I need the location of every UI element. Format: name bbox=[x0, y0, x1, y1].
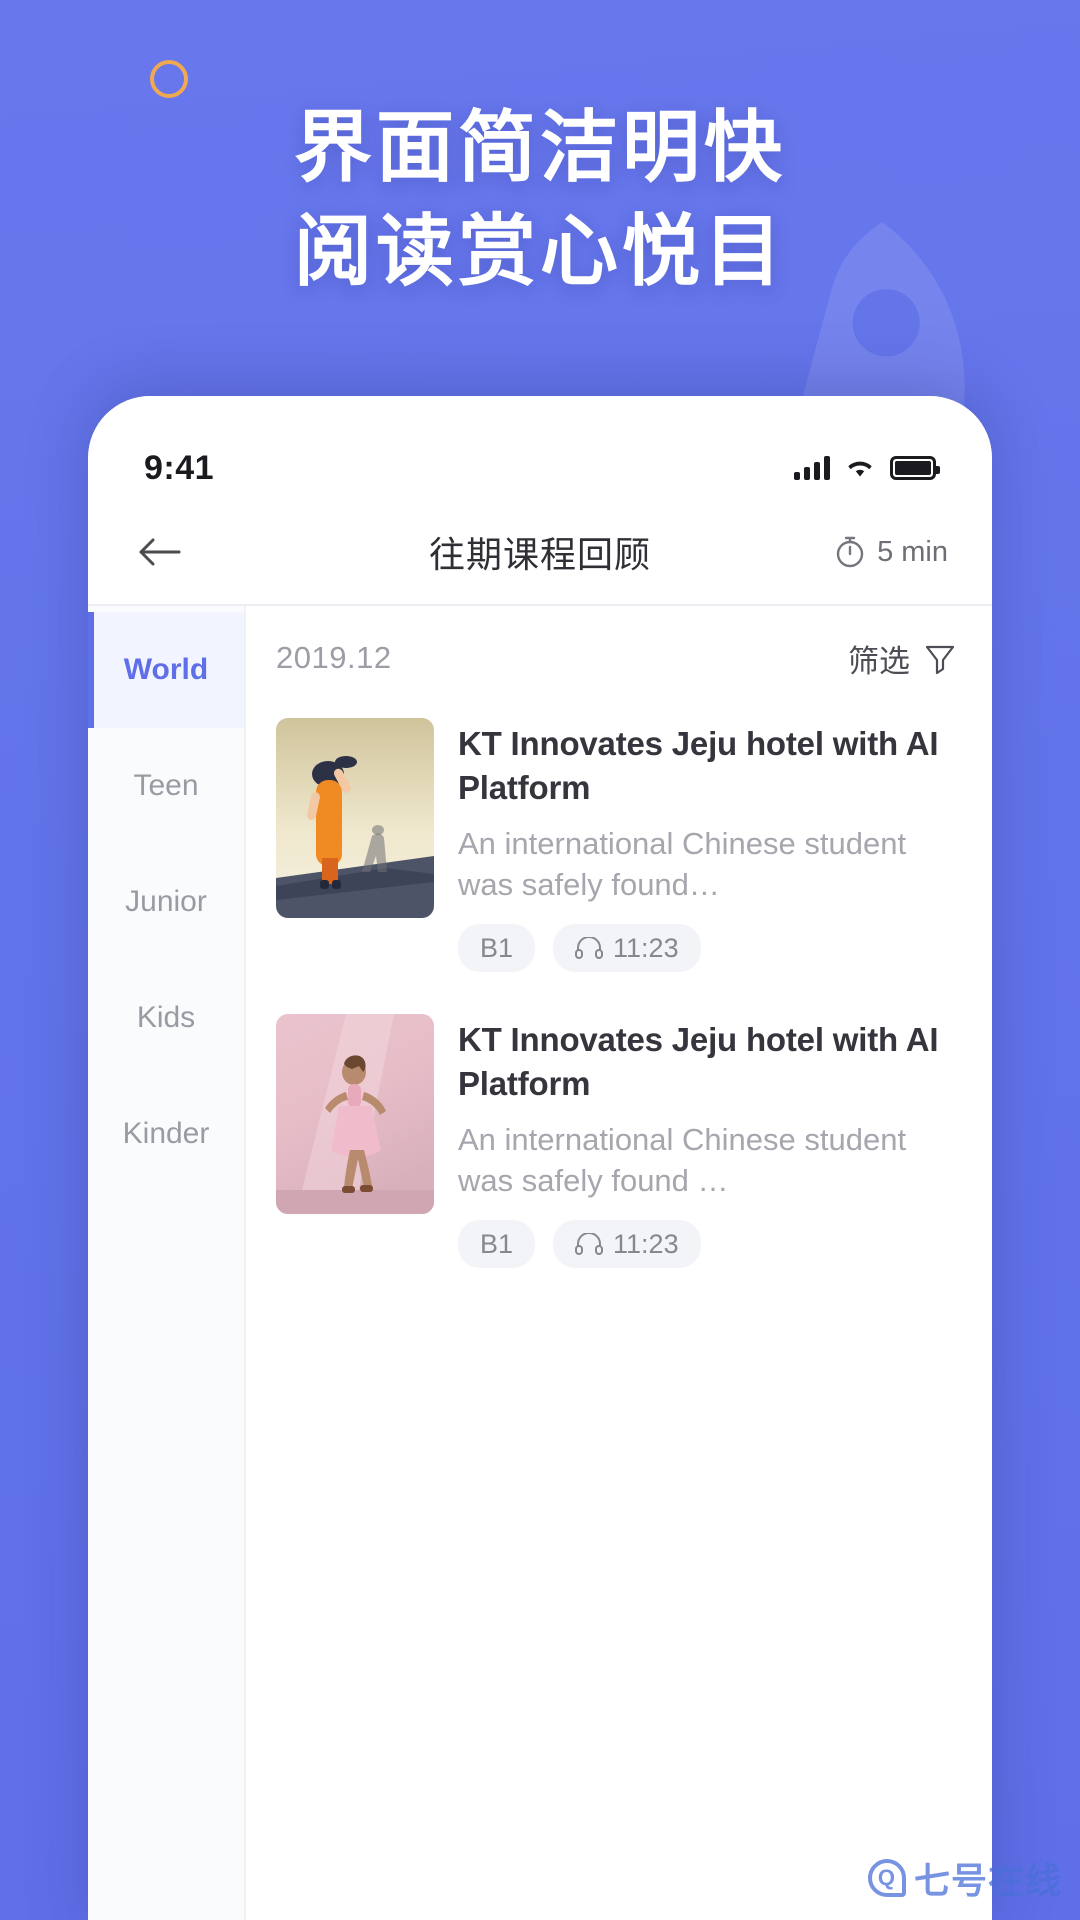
headline-line-2: 阅读赏心悦目 bbox=[293, 206, 786, 295]
nav-bar: 往期课程回顾 5 min bbox=[88, 500, 992, 604]
watermark-logo-icon: Q bbox=[867, 1859, 906, 1897]
sidebar-item-label: Junior bbox=[125, 885, 207, 918]
arrow-left-icon[interactable] bbox=[132, 524, 188, 580]
article-meta: B1 11:23 bbox=[458, 923, 958, 972]
sidebar-item-kids[interactable]: Kids bbox=[88, 960, 244, 1076]
article-title: KT Innovates Jeju hotel with AI Platform bbox=[458, 725, 939, 806]
article-body: KT Innovates Jeju hotel with AI Platform… bbox=[458, 1014, 958, 1268]
article-list-item[interactable]: KT Innovates Jeju hotel with AI Platform… bbox=[276, 1006, 958, 1302]
headphones-icon bbox=[575, 1232, 604, 1255]
phone-mockup: 9:41 往期课程回顾 5 min World Teen Junior Kids… bbox=[88, 396, 992, 1920]
promo-background: 界面简洁明快 阅读赏心悦目 9:41 往期课程回顾 5 min World Te… bbox=[0, 0, 1080, 1920]
watermark-text: 七号在线 bbox=[913, 1860, 1062, 1901]
article-thumbnail bbox=[276, 718, 434, 918]
filter-button[interactable]: 筛选 bbox=[848, 636, 958, 681]
status-icons bbox=[794, 456, 940, 480]
sidebar-item-label: Teen bbox=[133, 769, 199, 802]
content-area: World Teen Junior Kids Kinder 2019.12 筛选… bbox=[88, 604, 992, 1920]
promo-headline: 界面简洁明快 阅读赏心悦目 bbox=[0, 96, 1080, 303]
filter-button-label: 筛选 bbox=[848, 643, 910, 679]
funnel-icon bbox=[925, 645, 955, 675]
list-header: 2019.12 筛选 bbox=[276, 606, 958, 710]
audio-duration-label: 11:23 bbox=[613, 1228, 679, 1259]
level-badge-label: B1 bbox=[480, 1228, 514, 1259]
sidebar-item-kinder[interactable]: Kinder bbox=[88, 1076, 244, 1192]
wifi-icon bbox=[848, 461, 872, 477]
lesson-timer-label: 5 min bbox=[877, 535, 948, 568]
article-title: KT Innovates Jeju hotel with AI Platform bbox=[458, 1020, 939, 1102]
article-list-item[interactable]: KT Innovates Jeju hotel with AI Platform… bbox=[276, 710, 958, 1006]
headphones-icon bbox=[575, 936, 604, 959]
article-description: An international Chinese student was saf… bbox=[458, 825, 907, 902]
sidebar-item-teen[interactable]: Teen bbox=[88, 728, 244, 844]
battery-full-icon bbox=[890, 456, 940, 480]
audio-duration-label: 11:23 bbox=[613, 932, 679, 963]
article-list-panel: 2019.12 筛选 KT Innovates Jeju hotel with … bbox=[246, 606, 992, 1920]
article-description: An international Chinese student was saf… bbox=[458, 1121, 907, 1198]
status-bar: 9:41 bbox=[88, 396, 992, 500]
audio-duration-badge: 11:23 bbox=[553, 1219, 701, 1268]
category-sidebar: World Teen Junior Kids Kinder bbox=[88, 606, 246, 1920]
status-time: 9:41 bbox=[144, 448, 215, 487]
sidebar-item-world[interactable]: World bbox=[88, 612, 244, 728]
thumb-dancing-girl bbox=[276, 1013, 434, 1214]
sidebar-item-junior[interactable]: Junior bbox=[88, 844, 244, 960]
article-body: KT Innovates Jeju hotel with AI Platform… bbox=[458, 718, 958, 972]
headline-line-1: 界面简洁明快 bbox=[293, 103, 786, 191]
level-badge: B1 bbox=[458, 1219, 536, 1268]
phone-screen: 9:41 往期课程回顾 5 min World Teen Junior Kids… bbox=[88, 396, 992, 1920]
stopwatch-icon bbox=[836, 536, 864, 568]
list-date-label: 2019.12 bbox=[276, 640, 392, 675]
lesson-timer: 5 min bbox=[833, 535, 948, 569]
thumb-man-waving bbox=[276, 718, 434, 918]
article-thumbnail bbox=[276, 1013, 434, 1214]
signal-bars-icon bbox=[794, 456, 830, 480]
level-badge: B1 bbox=[458, 923, 536, 972]
article-meta: B1 11:23 bbox=[458, 1219, 958, 1268]
audio-duration-badge: 11:23 bbox=[553, 923, 701, 972]
watermark: Q 七号在线 bbox=[867, 1852, 1062, 1904]
sidebar-item-label: Kids bbox=[136, 1001, 196, 1034]
sidebar-item-label: Kinder bbox=[122, 1117, 210, 1150]
sidebar-item-label: World bbox=[123, 653, 209, 686]
circle-decoration bbox=[150, 60, 188, 98]
level-badge-label: B1 bbox=[480, 932, 514, 963]
